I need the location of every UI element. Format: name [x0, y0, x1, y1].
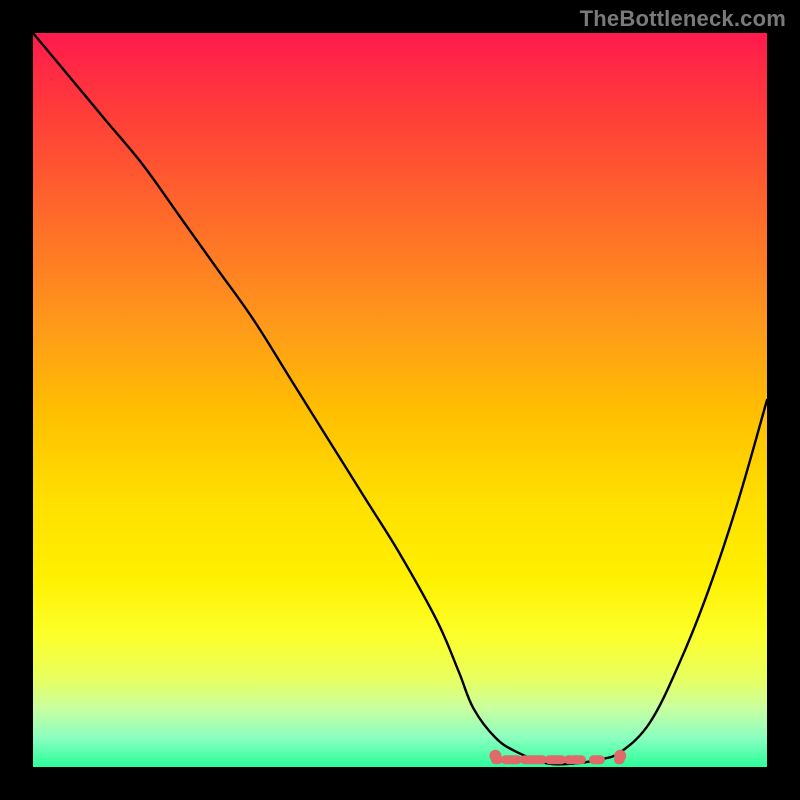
- bottleneck-curve: [33, 33, 767, 767]
- curve-path: [33, 33, 767, 764]
- chart-plot-area: [33, 33, 767, 767]
- flat-zone-dot-left: [489, 750, 501, 762]
- chart-frame: TheBottleneck.com: [0, 0, 800, 800]
- flat-zone-dot-right: [614, 750, 626, 762]
- watermark-label: TheBottleneck.com: [580, 6, 786, 32]
